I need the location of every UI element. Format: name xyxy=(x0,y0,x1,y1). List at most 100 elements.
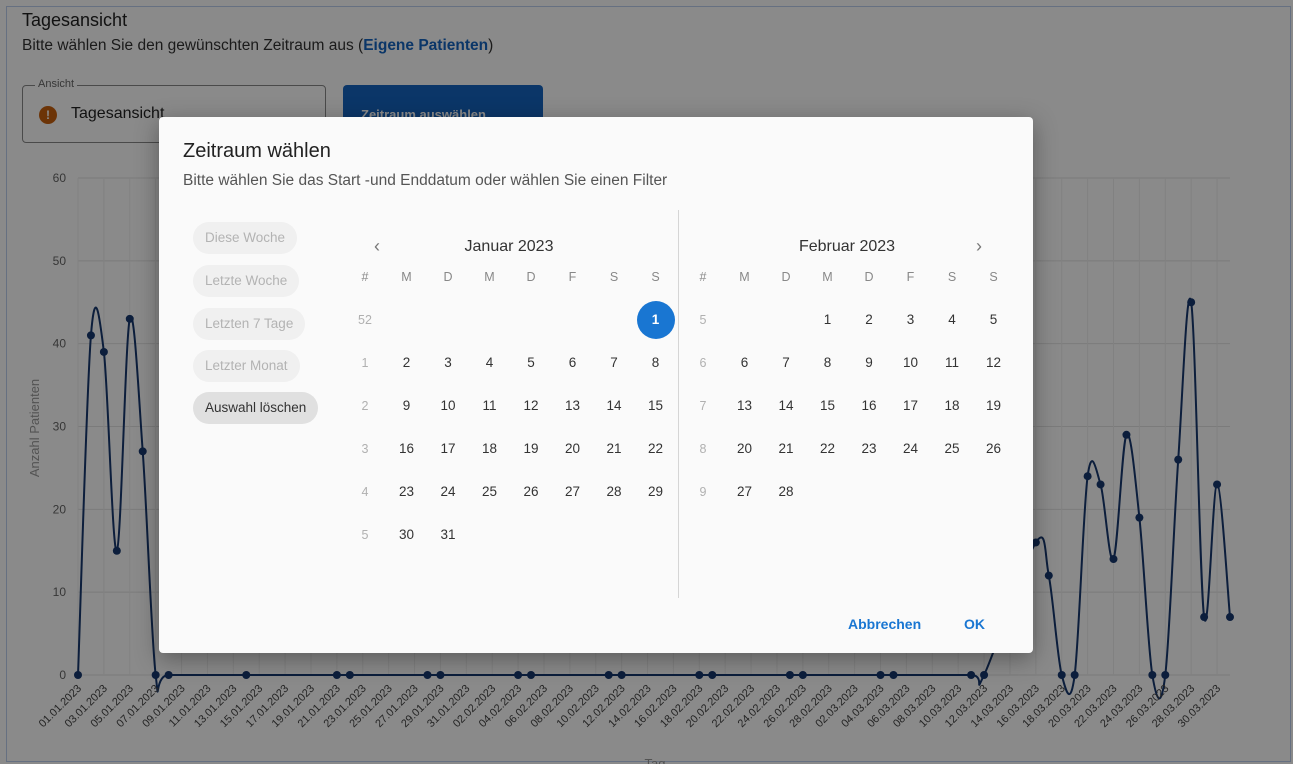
day-cell[interactable]: 26 xyxy=(974,429,1014,469)
month-title-january: Januar 2023 xyxy=(464,238,554,255)
day-cell[interactable]: 25 xyxy=(932,429,972,469)
day-cell[interactable]: 21 xyxy=(594,429,634,469)
filter-last-month[interactable]: Letzter Monat xyxy=(193,350,300,382)
week-number-header: # xyxy=(699,270,707,284)
weekday-header: M xyxy=(484,270,495,284)
day-cell[interactable]: 13 xyxy=(725,386,765,426)
day-cell[interactable]: 18 xyxy=(932,386,972,426)
day-cell[interactable]: 24 xyxy=(891,429,931,469)
clear-selection-button[interactable]: Auswahl löschen xyxy=(193,392,319,424)
day-cell[interactable]: 16 xyxy=(849,386,889,426)
weekday-header: M xyxy=(822,270,833,284)
calendar-divider xyxy=(678,210,679,598)
weekday-header: D xyxy=(864,270,874,284)
day-cell[interactable]: 21 xyxy=(766,429,806,469)
day-cell[interactable]: 23 xyxy=(849,429,889,469)
week-number: 8 xyxy=(699,442,707,456)
day-cell[interactable]: 4 xyxy=(470,343,510,383)
day-cell[interactable]: 11 xyxy=(932,343,972,383)
day-cell[interactable]: 6 xyxy=(725,343,765,383)
week-number: 5 xyxy=(699,313,707,327)
weekday-header: D xyxy=(443,270,453,284)
day-cell[interactable]: 23 xyxy=(387,472,427,512)
week-number: 52 xyxy=(358,313,372,327)
day-cell[interactable]: 16 xyxy=(387,429,427,469)
page: Tagesansicht Bitte wählen Sie den gewüns… xyxy=(0,0,1293,764)
cancel-button[interactable]: Abbrechen xyxy=(848,616,921,632)
day-cell[interactable]: 14 xyxy=(594,386,634,426)
day-cell[interactable]: 2 xyxy=(387,343,427,383)
day-cell[interactable]: 25 xyxy=(470,472,510,512)
day-cell[interactable]: 10 xyxy=(428,386,468,426)
day-cell[interactable]: 20 xyxy=(725,429,765,469)
weekday-header: S xyxy=(609,270,619,284)
selected-day[interactable]: 1 xyxy=(636,300,676,340)
weekday-header: S xyxy=(947,270,957,284)
day-cell[interactable]: 9 xyxy=(387,386,427,426)
day-cell[interactable]: 19 xyxy=(511,429,551,469)
weekday-header: D xyxy=(781,270,791,284)
month-title-february: Februar 2023 xyxy=(798,238,896,255)
weekday-header: D xyxy=(526,270,536,284)
weekday-header: S xyxy=(651,270,660,284)
day-cell[interactable]: 31 xyxy=(428,515,468,555)
week-number: 5 xyxy=(361,528,369,542)
day-cell[interactable]: 1 xyxy=(808,300,848,340)
date-range-dialog: Zeitraum wählen Bitte wählen Sie das Sta… xyxy=(159,117,1033,653)
day-cell[interactable]: 19 xyxy=(974,386,1014,426)
weekday-header: F xyxy=(906,270,915,284)
day-cell[interactable]: 13 xyxy=(553,386,593,426)
day-cell[interactable]: 5 xyxy=(511,343,551,383)
day-cell[interactable]: 28 xyxy=(594,472,634,512)
day-cell[interactable]: 30 xyxy=(387,515,427,555)
day-cell[interactable]: 27 xyxy=(725,472,765,512)
filter-last-7-days[interactable]: Letzten 7 Tage xyxy=(193,308,306,340)
day-cell[interactable]: 22 xyxy=(808,429,848,469)
day-cell[interactable]: 7 xyxy=(766,343,806,383)
day-cell[interactable]: 4 xyxy=(932,300,972,340)
day-cell[interactable]: 5 xyxy=(974,300,1014,340)
day-cell[interactable]: 2 xyxy=(849,300,889,340)
day-cell[interactable]: 27 xyxy=(553,472,593,512)
filter-this-week[interactable]: Diese Woche xyxy=(193,222,298,254)
week-number: 9 xyxy=(699,485,707,499)
day-cell[interactable]: 3 xyxy=(891,300,931,340)
ok-button[interactable]: OK xyxy=(964,616,985,632)
day-cell[interactable]: 7 xyxy=(594,343,634,383)
day-cell[interactable]: 8 xyxy=(808,343,848,383)
day-cell[interactable]: 26 xyxy=(511,472,551,512)
next-month-button[interactable]: › xyxy=(969,236,989,257)
day-cell[interactable]: 6 xyxy=(553,343,593,383)
day-cell[interactable]: 29 xyxy=(636,472,676,512)
dialog-subtitle: Bitte wählen Sie das Start -und Enddatum… xyxy=(183,172,668,189)
day-cell[interactable]: 18 xyxy=(470,429,510,469)
day-cell[interactable]: 8 xyxy=(636,343,676,383)
day-cell[interactable]: 20 xyxy=(553,429,593,469)
week-number: 1 xyxy=(361,356,369,370)
day-cell[interactable]: 15 xyxy=(636,386,676,426)
day-cell[interactable]: 3 xyxy=(428,343,468,383)
week-number: 4 xyxy=(361,485,369,499)
day-cell[interactable]: 9 xyxy=(849,343,889,383)
day-cell[interactable]: 12 xyxy=(974,343,1014,383)
weekday-header: M xyxy=(739,270,750,284)
weekday-header: M xyxy=(401,270,412,284)
day-cell[interactable]: 22 xyxy=(636,429,676,469)
day-cell[interactable]: 17 xyxy=(891,386,931,426)
week-number: 7 xyxy=(699,399,707,413)
week-number: 2 xyxy=(361,399,369,413)
weekday-header: F xyxy=(568,270,577,284)
day-cell[interactable]: 28 xyxy=(766,472,806,512)
day-cell[interactable]: 15 xyxy=(808,386,848,426)
prev-month-button[interactable]: ‹ xyxy=(367,236,387,257)
filter-last-week[interactable]: Letzte Woche xyxy=(193,265,300,297)
dialog-title: Zeitraum wählen xyxy=(183,140,331,162)
day-cell[interactable]: 17 xyxy=(428,429,468,469)
week-number: 3 xyxy=(361,442,369,456)
day-cell[interactable]: 11 xyxy=(470,386,510,426)
day-cell[interactable]: 12 xyxy=(511,386,551,426)
day-cell[interactable]: 14 xyxy=(766,386,806,426)
day-cell[interactable]: 24 xyxy=(428,472,468,512)
week-number: 6 xyxy=(699,356,707,370)
day-cell[interactable]: 10 xyxy=(891,343,931,383)
